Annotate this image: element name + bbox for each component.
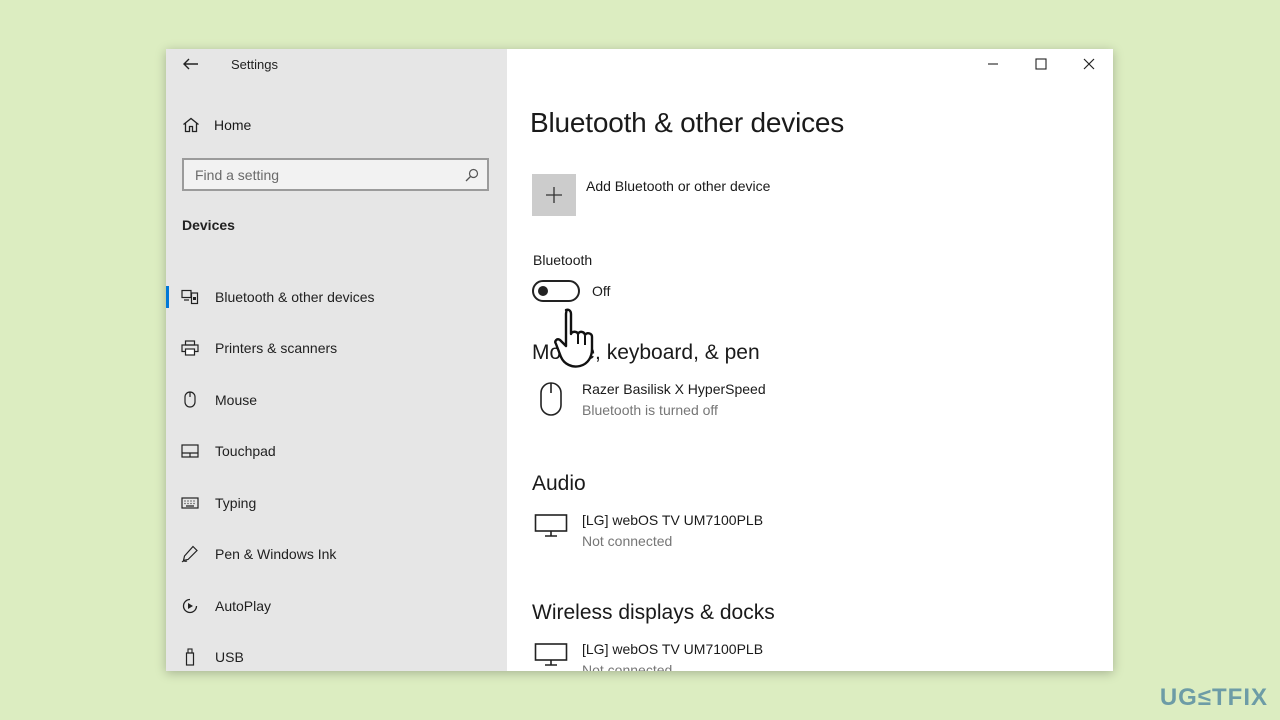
- sidebar-item-label: AutoPlay: [215, 597, 272, 614]
- group-title-wireless-displays: Wireless displays & docks: [532, 601, 775, 624]
- sidebar-item-typing[interactable]: Typing: [166, 477, 507, 529]
- title-bar: Settings: [166, 49, 507, 79]
- home-icon: [183, 117, 199, 133]
- page-title: Bluetooth & other devices: [530, 107, 845, 138]
- bluetooth-state: Off: [592, 283, 611, 299]
- search-icon[interactable]: [465, 168, 479, 182]
- sidebar-item-printers[interactable]: Printers & scanners: [166, 323, 507, 375]
- device-item-lg-tv-audio[interactable]: [LG] webOS TV UM7100PLB Not connected: [533, 512, 763, 552]
- sidebar-item-label: Touchpad: [215, 443, 276, 460]
- touchpad-icon: [180, 441, 200, 461]
- group-title-audio: Audio: [532, 472, 586, 495]
- monitor-icon: [533, 641, 569, 671]
- device-item-lg-tv-display[interactable]: [LG] webOS TV UM7100PLB Not connected: [533, 641, 763, 671]
- add-device-label: Add Bluetooth or other device: [586, 178, 771, 194]
- sidebar-item-home[interactable]: Home: [182, 115, 251, 135]
- bluetooth-toggle-row: Off: [532, 280, 610, 302]
- device-text: Razer Basilisk X HyperSpeed Bluetooth is…: [582, 381, 766, 421]
- back-arrow-icon: [183, 58, 198, 70]
- back-button[interactable]: [180, 55, 202, 73]
- bluetooth-label: Bluetooth: [533, 252, 593, 268]
- device-name: [LG] webOS TV UM7100PLB: [582, 641, 764, 657]
- sidebar-item-label: Mouse: [215, 391, 258, 408]
- bluetooth-toggle[interactable]: [532, 280, 580, 302]
- autoplay-icon: [180, 596, 200, 616]
- sidebar-item-label: Bluetooth & other devices: [215, 288, 375, 305]
- close-button[interactable]: [1065, 49, 1113, 79]
- minimize-icon: [988, 63, 998, 65]
- device-status: Not connected: [582, 533, 673, 549]
- sidebar-item-label: Typing: [215, 494, 257, 511]
- plus-icon: [546, 187, 562, 203]
- device-name: Razer Basilisk X HyperSpeed: [582, 381, 766, 397]
- usb-icon: [180, 647, 200, 667]
- keyboard-icon: [180, 493, 200, 513]
- toggle-knob: [538, 286, 548, 296]
- sidebar-nav: Bluetooth & other devices Printers & sca…: [166, 271, 507, 671]
- sidebar: Settings Home Devices Bluetooth & other …: [166, 49, 507, 671]
- sidebar-item-usb[interactable]: USB: [166, 632, 507, 672]
- search-input[interactable]: [184, 160, 454, 189]
- minimize-button[interactable]: [969, 49, 1017, 79]
- sidebar-item-bluetooth[interactable]: Bluetooth & other devices: [166, 271, 507, 323]
- monitor-icon: [533, 512, 569, 552]
- sidebar-item-mouse[interactable]: Mouse: [166, 374, 507, 426]
- close-icon: [1083, 58, 1095, 70]
- device-item-razer[interactable]: Razer Basilisk X HyperSpeed Bluetooth is…: [533, 381, 766, 421]
- device-status: Not connected: [582, 662, 673, 671]
- device-name: [LG] webOS TV UM7100PLB: [582, 512, 764, 528]
- sidebar-item-label: USB: [215, 649, 244, 666]
- settings-window: Settings Home Devices Bluetooth & other …: [166, 49, 1113, 671]
- sidebar-item-label: Pen & Windows Ink: [215, 546, 337, 563]
- printer-icon: [180, 338, 200, 358]
- sidebar-item-label: Printers & scanners: [215, 340, 338, 357]
- hand-cursor-icon: [554, 308, 594, 368]
- device-text: [LG] webOS TV UM7100PLB Not connected: [582, 641, 763, 671]
- bluetooth-devices-icon: [180, 287, 200, 307]
- add-tile[interactable]: [532, 174, 576, 216]
- device-text: [LG] webOS TV UM7100PLB Not connected: [582, 512, 763, 552]
- mouse-icon: [533, 381, 569, 421]
- search-box[interactable]: [182, 158, 489, 191]
- device-status: Bluetooth is turned off: [582, 402, 718, 418]
- maximize-button[interactable]: [1017, 49, 1065, 79]
- app-title: Settings: [231, 57, 278, 72]
- mouse-icon: [180, 390, 200, 410]
- section-label-devices: Devices: [182, 217, 235, 233]
- pen-icon: [180, 544, 200, 564]
- watermark-logo: UG≤TFIX: [1159, 684, 1268, 711]
- maximize-icon: [1035, 58, 1047, 70]
- home-label: Home: [214, 117, 252, 133]
- window-controls: [969, 49, 1113, 79]
- sidebar-item-pen[interactable]: Pen & Windows Ink: [166, 529, 507, 581]
- sidebar-item-autoplay[interactable]: AutoPlay: [166, 580, 507, 632]
- add-device-button[interactable]: Add Bluetooth or other device: [532, 174, 770, 216]
- sidebar-item-touchpad[interactable]: Touchpad: [166, 426, 507, 478]
